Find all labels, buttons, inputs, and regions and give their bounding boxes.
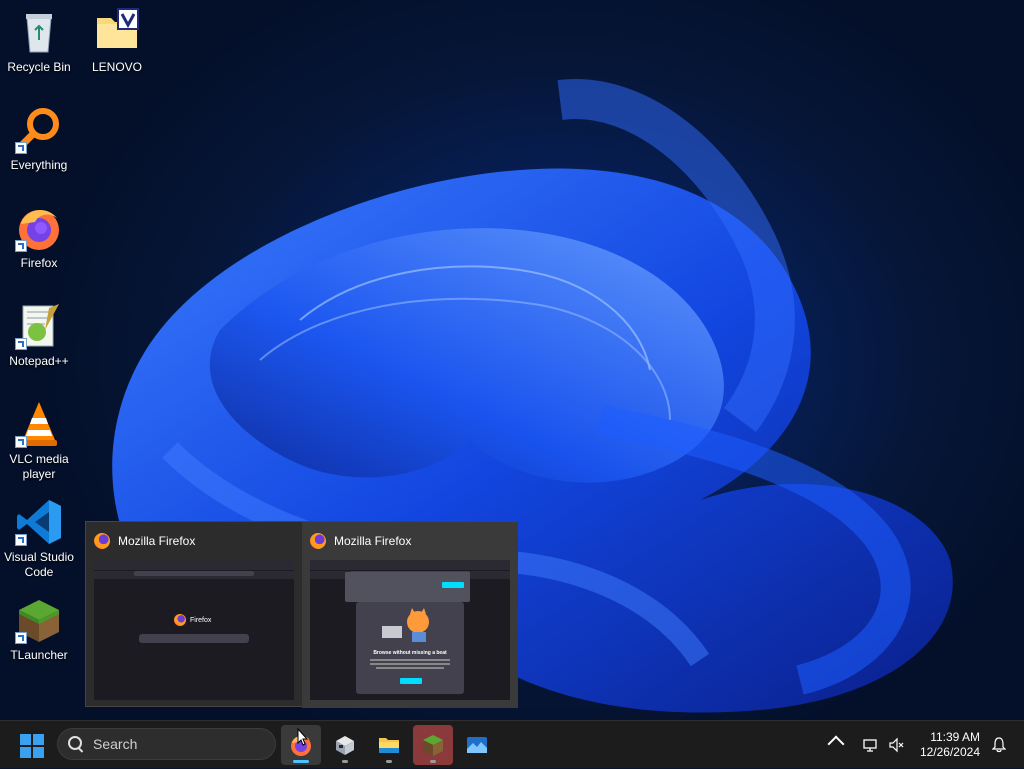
- thumbnail-dialog-heading: Browse without missing a beat: [373, 650, 447, 656]
- running-indicator: [430, 760, 436, 763]
- taskbar-app-file-explorer[interactable]: [369, 725, 409, 765]
- shortcut-arrow-icon: [15, 240, 27, 252]
- running-indicator: [342, 760, 348, 763]
- search-icon: [68, 736, 84, 752]
- desktop-icon-notepad-plus-plus[interactable]: Notepad++: [0, 302, 78, 369]
- desktop-icon-lenovo[interactable]: LENOVO: [78, 8, 156, 75]
- desktop-icon-label: Everything: [10, 158, 68, 172]
- thumbnail-firefox-window-2[interactable]: Mozilla Firefox Browse without missing a…: [302, 522, 518, 708]
- shortcut-arrow-icon: [15, 436, 27, 448]
- mouse-cursor-icon: [297, 728, 309, 746]
- thumbnail-title: Mozilla Firefox: [118, 534, 196, 548]
- thumbnail-brand-text: Firefox: [190, 616, 212, 624]
- desktop-icon-label: VLC media player: [9, 452, 69, 481]
- everything-search-icon: [15, 106, 63, 154]
- thumbnail-screen: Browse without missing a beat: [310, 560, 510, 700]
- desktop-icon-label: Firefox: [20, 256, 58, 270]
- desktop-icon-label: Recycle Bin: [7, 60, 71, 74]
- clock-date: 12/26/2024: [919, 745, 980, 759]
- desktop-icon-recycle-bin[interactable]: Recycle Bin: [0, 8, 78, 75]
- taskbar-app-virtualbox[interactable]: [325, 725, 365, 765]
- desktop-icon-label: TLauncher: [10, 648, 68, 662]
- taskbar-search-box[interactable]: Search: [57, 728, 276, 760]
- recycle-bin-icon: [15, 8, 63, 56]
- firefox-icon: [310, 533, 326, 549]
- running-indicator: [386, 760, 392, 763]
- notepad-plus-plus-icon: [15, 302, 63, 350]
- clock-time: 11:39 AM: [930, 730, 980, 744]
- firefox-icon: [174, 614, 186, 626]
- start-button[interactable]: [20, 734, 44, 758]
- network-icon[interactable]: [862, 737, 878, 753]
- chevron-up-icon[interactable]: [827, 735, 845, 753]
- firefox-icon: [94, 533, 110, 549]
- thumbnail-dialog: Browse without missing a beat: [356, 602, 464, 694]
- clock[interactable]: 11:39 AM 12/26/2024: [910, 730, 980, 760]
- vscode-icon: [15, 498, 63, 546]
- desktop-icon-label: Notepad++: [9, 354, 69, 368]
- shortcut-arrow-icon: [15, 142, 27, 154]
- vlc-icon: [15, 400, 63, 448]
- desktop-icon-vlc[interactable]: VLC media player: [0, 400, 78, 482]
- taskbar-app-tlauncher[interactable]: [413, 725, 453, 765]
- thumbnail-screen: Firefox: [94, 560, 294, 700]
- firefox-icon: [15, 204, 63, 252]
- desktop-icon-label: LENOVO: [91, 60, 142, 74]
- desktop-icon-vscode[interactable]: Visual Studio Code: [0, 498, 78, 580]
- volume-muted-icon[interactable]: [888, 737, 904, 753]
- desktop-icon-everything[interactable]: Everything: [0, 106, 78, 173]
- fox-illustration-icon: [382, 608, 429, 642]
- notification-bell-icon[interactable]: [992, 737, 1006, 753]
- thumbnail-title: Mozilla Firefox: [334, 534, 412, 548]
- taskbar: Search 11:39 AM 12/26/2024: [0, 720, 1024, 768]
- desktop-icon-tlauncher[interactable]: TLauncher: [0, 596, 78, 663]
- tlauncher-icon: [15, 596, 63, 644]
- desktop-icon-label: Visual Studio Code: [4, 550, 74, 579]
- shortcut-arrow-icon: [15, 632, 27, 644]
- tlauncher-icon: [423, 735, 443, 756]
- taskbar-thumbnail-preview: Mozilla Firefox Firefox Mozilla Firefox: [85, 521, 518, 708]
- desktop-icon-firefox[interactable]: Firefox: [0, 204, 78, 271]
- folder-icon: [93, 8, 141, 56]
- thumbnail-firefox-window-1[interactable]: Mozilla Firefox Firefox: [86, 522, 302, 708]
- taskbar-app-image-viewer[interactable]: [457, 725, 497, 765]
- search-placeholder: Search: [93, 736, 138, 752]
- thumbnail-dialog-button: [400, 678, 422, 684]
- shortcut-arrow-icon: [15, 338, 27, 350]
- file-explorer-icon: [379, 738, 399, 753]
- running-indicator: [293, 760, 309, 763]
- windows-logo-icon: [20, 734, 31, 745]
- image-viewer-icon: [467, 737, 487, 753]
- thumbnail-search-bar: [139, 634, 249, 643]
- shortcut-arrow-icon: [15, 534, 27, 546]
- thumbnail-notification-bar: [345, 572, 470, 602]
- virtualbox-icon: [336, 736, 354, 755]
